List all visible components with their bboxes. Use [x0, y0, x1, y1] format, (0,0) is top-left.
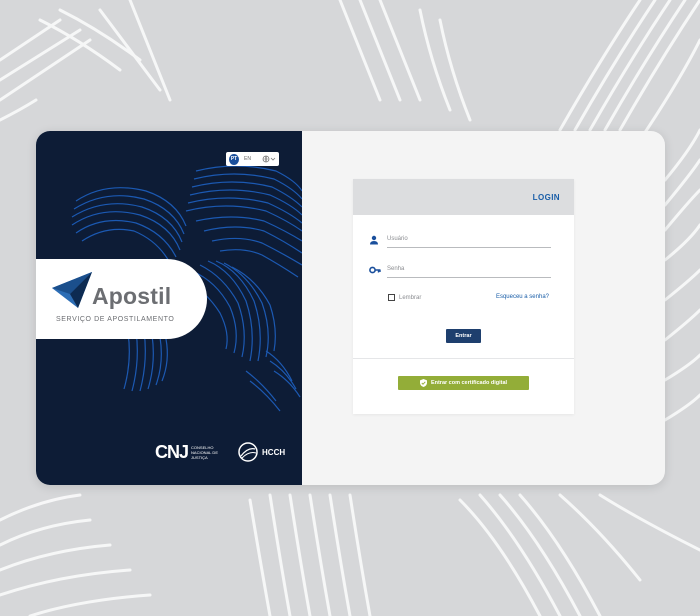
- login-title: LOGIN: [532, 192, 560, 202]
- paper-plane-logo-icon: [52, 272, 92, 308]
- brand-subtitle: SERVIÇO DE APOSTILAMENTO: [56, 316, 175, 323]
- user-icon: [370, 235, 378, 245]
- hcch-logo: HCCH: [237, 441, 285, 463]
- login-form: LOGIN Usuário Senha Lembrar Esqueceu a s…: [353, 179, 574, 414]
- password-field[interactable]: Senha: [369, 264, 551, 278]
- cnj-text: CONSELHO NACIONAL DE JUSTIÇA: [191, 444, 218, 460]
- language-pt-option[interactable]: PT: [229, 153, 240, 165]
- password-underline: [387, 277, 551, 278]
- language-en-option[interactable]: EN: [244, 156, 251, 162]
- language-switcher: PT EN: [226, 152, 279, 166]
- cnj-logo: CNJ CONSELHO NACIONAL DE JUSTIÇA: [155, 442, 225, 463]
- divider: [353, 358, 574, 359]
- globe-icon[interactable]: [262, 155, 276, 163]
- remember-me: Lembrar: [388, 294, 421, 301]
- shield-check-icon: [419, 379, 427, 387]
- password-placeholder: Senha: [387, 266, 405, 272]
- certificate-login-label: Entrar com certificado digital: [430, 380, 508, 386]
- enter-button[interactable]: Entrar: [446, 329, 481, 343]
- hcch-text: HCCH: [262, 447, 286, 457]
- partner-logos: CNJ CONSELHO NACIONAL DE JUSTIÇA HCCH: [155, 439, 285, 465]
- login-header: LOGIN: [353, 179, 574, 215]
- certificate-login-button[interactable]: Entrar com certificado digital: [398, 376, 529, 390]
- username-field[interactable]: Usuário: [369, 234, 551, 248]
- username-placeholder: Usuário: [387, 236, 408, 242]
- remember-checkbox[interactable]: [388, 294, 395, 301]
- brand-name: Apostil: [92, 283, 172, 309]
- key-icon: [369, 266, 381, 274]
- remember-label: Lembrar: [399, 294, 422, 301]
- hcch-emblem-icon: [238, 442, 258, 462]
- forgot-password-link[interactable]: Esqueceu a senha?: [496, 294, 549, 300]
- username-underline: [387, 247, 551, 248]
- login-card: PT EN Apostil SERVIÇO DE APOSTILAMENTO C…: [36, 131, 665, 485]
- brand-badge: Apostil SERVIÇO DE APOSTILAMENTO: [36, 259, 207, 339]
- brand-panel: PT EN Apostil SERVIÇO DE APOSTILAMENTO C…: [36, 131, 302, 485]
- cnj-mark: CNJ: [155, 441, 189, 462]
